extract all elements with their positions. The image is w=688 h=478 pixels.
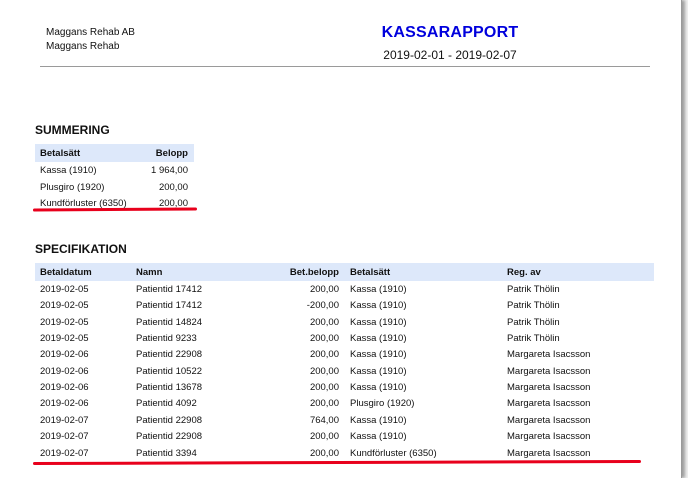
specifikation-row: 2019-02-06 Patientid 13678 200,00 Kassa (19… — [35, 380, 654, 396]
company-info: Maggans Rehab AB Maggans Rehab — [46, 26, 135, 54]
header-divider — [40, 66, 650, 67]
summering-header-betalsatt: Betalsätt — [40, 148, 81, 159]
summering-row: Kassa (1910) 1 964,00 — [35, 163, 194, 179]
spec-cell-betalsatt: Plusgiro (1920) — [350, 398, 415, 410]
spec-cell-namn: Patientid 22908 — [136, 431, 203, 443]
spec-cell-betaldatum: 2019-02-06 — [40, 365, 89, 377]
spec-cell-betaldatum: 2019-02-06 — [40, 398, 89, 410]
summering-cell-belopp: 1 964,00 — [151, 165, 188, 176]
company-name: Maggans Rehab AB — [46, 27, 135, 38]
specifikation-row: 2019-02-06 Patientid 4092 200,00 Plusgiro (… — [35, 396, 654, 412]
spec-header-betalsatt: Betalsätt — [350, 267, 391, 278]
spec-cell-betaldatum: 2019-02-07 — [40, 431, 89, 443]
summering-row: Plusgiro (1920) 200,00 — [35, 180, 194, 196]
spec-cell-betaldatum: 2019-02-05 — [40, 284, 89, 295]
spec-cell-regav: Patrik Thölin — [507, 333, 560, 345]
spec-cell-betalsatt: Kassa (1910) — [350, 431, 407, 443]
specifikation-row: 2019-02-05 Patientid 17412 200,00 Kassa (19… — [35, 282, 654, 298]
specifikation-row: 2019-02-05 Patientid 14824 200,00 Kassa (19… — [35, 315, 654, 331]
spec-cell-regav: Patrik Thölin — [507, 284, 560, 295]
specifikation-row: 2019-02-05 Patientid 17412 -200,00 Kassa (1… — [35, 298, 654, 314]
summering-cell-belopp: 200,00 — [158, 181, 188, 193]
specifikation-row: 2019-02-07 Patientid 22908 200,00 Kassa (19… — [35, 429, 654, 445]
spec-cell-betaldatum: 2019-02-05 — [40, 316, 89, 328]
summering-header-row: Betalsätt Belopp — [35, 144, 194, 162]
spec-cell-namn: Patientid 22908 — [136, 349, 203, 361]
spec-cell-betbelopp: -200,00 — [306, 300, 339, 312]
spec-cell-regav: Patrik Thölin — [507, 316, 560, 328]
spec-cell-betalsatt: Kassa (1910) — [350, 333, 407, 345]
spec-cell-betaldatum: 2019-02-05 — [40, 300, 89, 312]
specifikation-row: 2019-02-06 Patientid 10522 200,00 Kassa (19… — [35, 364, 654, 380]
specifikation-title: SPECIFIKATION — [35, 242, 127, 256]
spec-cell-betbelopp: 200,00 — [309, 447, 339, 459]
spec-cell-betbelopp: 200,00 — [309, 431, 339, 443]
report-period: 2019-02-01 - 2019-02-07 — [383, 48, 517, 62]
spec-cell-betaldatum: 2019-02-07 — [40, 414, 89, 426]
spec-cell-betalsatt: Kassa (1910) — [350, 414, 407, 426]
company-unit: Maggans Rehab — [46, 41, 120, 52]
spec-cell-regav: Margareta Isacsson — [507, 431, 591, 443]
spec-cell-betbelopp: 200,00 — [309, 316, 339, 328]
spec-cell-betaldatum: 2019-02-06 — [40, 382, 89, 394]
summering-cell-betalsatt: Kassa (1910) — [40, 165, 97, 176]
spec-cell-regav: Margareta Isacsson — [507, 414, 591, 426]
spec-cell-namn: Patientid 10522 — [136, 365, 203, 377]
spec-cell-betalsatt: Kundförluster (6350) — [350, 447, 437, 459]
spec-cell-namn: Patientid 9233 — [136, 333, 197, 345]
spec-header-betbelopp: Bet.belopp — [289, 267, 339, 278]
spec-cell-betalsatt: Kassa (1910) — [350, 382, 407, 394]
spec-cell-betbelopp: 200,00 — [309, 284, 339, 295]
spec-cell-betbelopp: 200,00 — [309, 398, 339, 410]
spec-cell-namn: Patientid 22908 — [136, 414, 203, 426]
specifikation-row: 2019-02-07 Patientid 3394 200,00 Kundförlus… — [35, 446, 654, 462]
spec-cell-regav: Patrik Thölin — [507, 300, 560, 312]
spec-cell-betbelopp: 200,00 — [309, 349, 339, 361]
spec-cell-betbelopp: 200,00 — [309, 333, 339, 345]
spec-cell-betbelopp: 200,00 — [309, 365, 339, 377]
specifikation-row: 2019-02-07 Patientid 22908 764,00 Kassa (19… — [35, 413, 654, 429]
spec-cell-betaldatum: 2019-02-05 — [40, 333, 89, 345]
report-page: Maggans Rehab AB Maggans Rehab KASSARAPP… — [0, 0, 682, 478]
report-title: KASSARAPPORT — [381, 24, 519, 41]
specifikation-header-row: Betaldatum Namn Bet.belopp Betalsätt Reg… — [35, 263, 654, 281]
spec-cell-regav: Margareta Isacsson — [507, 398, 591, 410]
spec-cell-regav: Margareta Isacsson — [507, 382, 591, 394]
spec-cell-regav: Margareta Isacsson — [507, 365, 591, 377]
spec-cell-regav: Margareta Isacsson — [507, 447, 591, 459]
spec-cell-betaldatum: 2019-02-07 — [40, 447, 89, 459]
spec-header-namn: Namn — [136, 267, 163, 278]
spec-header-regav: Reg. av — [507, 267, 541, 278]
summering-title: SUMMERING — [35, 123, 110, 137]
spec-cell-namn: Patientid 17412 — [136, 300, 203, 312]
spec-cell-namn: Patientid 3394 — [136, 447, 197, 459]
spec-cell-regav: Margareta Isacsson — [507, 349, 591, 361]
spec-cell-betalsatt: Kassa (1910) — [350, 284, 407, 295]
spec-cell-betbelopp: 200,00 — [309, 382, 339, 394]
spec-cell-betalsatt: Kassa (1910) — [350, 300, 407, 312]
spec-cell-betalsatt: Kassa (1910) — [350, 316, 407, 328]
spec-cell-namn: Patientid 13678 — [136, 382, 203, 394]
spec-cell-betalsatt: Kassa (1910) — [350, 349, 407, 361]
spec-cell-namn: Patientid 17412 — [136, 284, 203, 295]
spec-cell-betbelopp: 764,00 — [309, 414, 339, 426]
spec-header-betaldatum: Betaldatum — [40, 267, 92, 278]
spec-cell-namn: Patientid 14824 — [136, 316, 203, 328]
specifikation-row: 2019-02-06 Patientid 22908 200,00 Kassa (19… — [35, 347, 654, 363]
spec-cell-betaldatum: 2019-02-06 — [40, 349, 89, 361]
spec-cell-betalsatt: Kassa (1910) — [350, 365, 407, 377]
summering-header-belopp: Belopp — [155, 148, 188, 159]
specifikation-row: 2019-02-05 Patientid 9233 200,00 Kassa (191… — [35, 331, 654, 347]
spec-cell-namn: Patientid 4092 — [136, 398, 197, 410]
summering-cell-betalsatt: Plusgiro (1920) — [40, 181, 105, 193]
